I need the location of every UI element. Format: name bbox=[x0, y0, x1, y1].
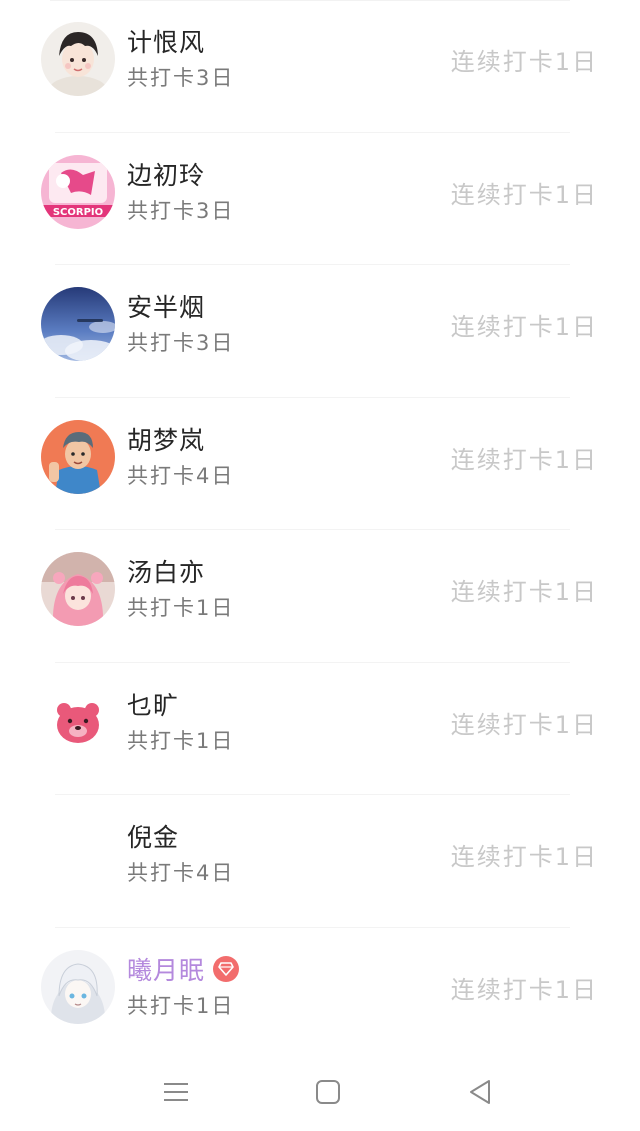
streak-checkins: 连续打卡1日 bbox=[450, 313, 598, 341]
back-triangle-icon[interactable] bbox=[460, 1072, 500, 1112]
member-name: 安半烟 bbox=[127, 293, 206, 322]
menu-icon[interactable] bbox=[156, 1072, 196, 1112]
list-item[interactable]: 汤白亦 共打卡1日 连续打卡1日 bbox=[0, 530, 640, 663]
total-checkins: 共打卡4日 bbox=[127, 861, 235, 885]
list-item[interactable]: 倪金 共打卡4日 连续打卡1日 bbox=[0, 795, 640, 928]
svg-text:SCORPIO: SCORPIO bbox=[53, 207, 103, 218]
avatar[interactable]: SCORPIO bbox=[41, 154, 115, 229]
streak-checkins: 连续打卡1日 bbox=[450, 578, 598, 606]
total-checkins: 共打卡4日 bbox=[127, 463, 235, 488]
avatar[interactable] bbox=[41, 949, 115, 1024]
member-name: 计恨风 bbox=[127, 28, 206, 57]
vip-diamond-icon bbox=[213, 955, 240, 982]
list-item[interactable]: 乜旷 共打卡1日 连续打卡1日 bbox=[0, 663, 640, 796]
total-checkins: 共打卡3日 bbox=[127, 66, 235, 90]
total-checkins: 共打卡1日 bbox=[127, 596, 235, 620]
total-checkins: 共打卡1日 bbox=[127, 728, 235, 753]
member-name: 汤白亦 bbox=[127, 558, 206, 587]
checkin-member-list: 计恨风 共打卡3日 连续打卡1日 SCORPIO 边初玲 共打卡3日 连续打卡1… bbox=[0, 0, 640, 1060]
list-item[interactable]: 计恨风 共打卡3日 连续打卡1日 bbox=[0, 0, 640, 133]
streak-checkins: 连续打卡1日 bbox=[450, 975, 598, 1004]
streak-checkins: 连续打卡1日 bbox=[450, 843, 598, 871]
total-checkins: 共打卡3日 bbox=[127, 331, 235, 355]
avatar[interactable] bbox=[41, 552, 115, 626]
streak-checkins: 连续打卡1日 bbox=[450, 445, 598, 474]
avatar[interactable] bbox=[41, 684, 115, 759]
member-name: 胡梦岚 bbox=[127, 425, 206, 455]
avatar[interactable] bbox=[41, 817, 115, 891]
total-checkins: 共打卡3日 bbox=[127, 198, 235, 223]
list-item[interactable]: 胡梦岚 共打卡4日 连续打卡1日 bbox=[0, 398, 640, 531]
total-checkins: 共打卡1日 bbox=[127, 993, 235, 1018]
member-name: 乜旷 bbox=[127, 690, 180, 720]
streak-checkins: 连续打卡1日 bbox=[450, 180, 598, 209]
list-item[interactable]: SCORPIO 边初玲 共打卡3日 连续打卡1日 bbox=[0, 133, 640, 266]
streak-checkins: 连续打卡1日 bbox=[450, 710, 598, 739]
member-name: 边初玲 bbox=[127, 160, 206, 190]
list-item[interactable]: 安半烟 共打卡3日 连续打卡1日 bbox=[0, 265, 640, 398]
member-name: 倪金 bbox=[127, 823, 180, 852]
avatar[interactable] bbox=[41, 22, 115, 96]
streak-checkins: 连续打卡1日 bbox=[450, 48, 598, 76]
avatar[interactable] bbox=[41, 419, 115, 494]
member-name: 曦月眠 bbox=[127, 955, 206, 985]
list-item[interactable]: 曦月眠 共打卡1日 连续打卡1日 bbox=[0, 928, 640, 1061]
home-square-icon[interactable] bbox=[308, 1072, 348, 1112]
avatar[interactable] bbox=[41, 287, 115, 361]
system-navigation-bar bbox=[0, 1050, 640, 1131]
